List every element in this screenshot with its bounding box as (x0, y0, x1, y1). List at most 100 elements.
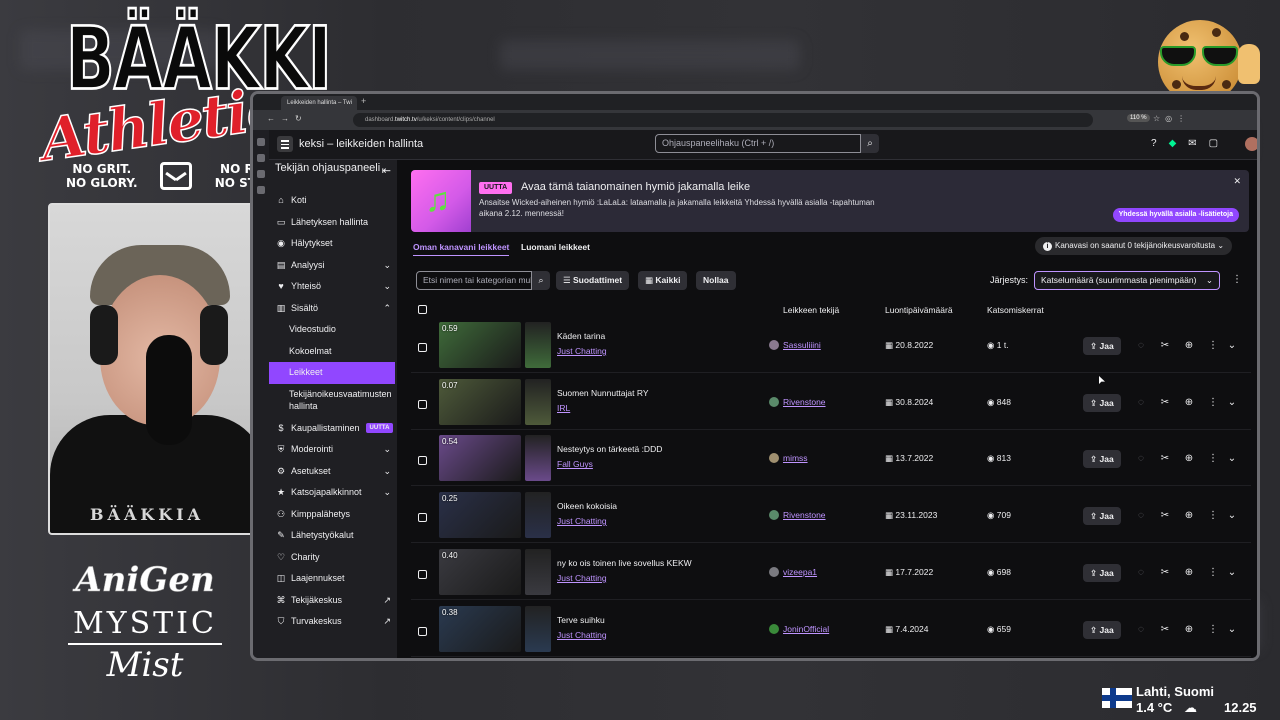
row-checkbox[interactable] (418, 456, 427, 466)
chevron-down-icon[interactable]: ⌄ (1224, 450, 1240, 468)
clip-creator-link[interactable]: Sassuliiini (783, 340, 821, 350)
chevron-down-icon[interactable]: ⌄ (1224, 337, 1240, 355)
row-checkbox[interactable] (418, 569, 427, 579)
clip-creator-link[interactable]: mimss (783, 453, 808, 463)
table-row[interactable]: 0.38 Terve suihku Just Chatting JoninOffici… (411, 602, 1251, 657)
sidebar-item[interactable]: ♥ Yhteisö ⌄ (269, 276, 397, 298)
share-button[interactable]: ⇪ Jaa (1083, 620, 1121, 639)
banner-learn-more-button[interactable]: Yhdessä hyvällä asialla -lisätietoja (1112, 208, 1239, 222)
more-options-icon[interactable]: ⋮ (1205, 337, 1221, 355)
row-checkbox[interactable] (418, 399, 427, 409)
download-icon[interactable]: ⊕ (1181, 507, 1197, 525)
share-button[interactable]: ⇪ Jaa (1083, 337, 1121, 355)
clip-creator-link[interactable]: Rivenstone (783, 510, 826, 520)
clip-category-link[interactable]: Just Chatting (557, 573, 607, 583)
download-icon[interactable]: ⊕ (1181, 564, 1197, 582)
extension-icons[interactable]: ☆◎⋮ (1153, 114, 1190, 123)
download-icon[interactable]: ⊕ (1181, 394, 1197, 412)
share-button[interactable]: ⇪ Jaa (1083, 450, 1121, 469)
sidebar-item[interactable]: ★ Katsojapalkkinnot ⌄ (269, 482, 397, 504)
row-checkbox[interactable] (418, 343, 427, 352)
loading-icon[interactable]: ◌ (1133, 564, 1149, 582)
header-date[interactable]: Luontipäivämäärä (885, 305, 953, 315)
sidebar-item[interactable]: ▭ Lähetyksen hallinta (269, 212, 397, 234)
sidebar-item[interactable]: ▤ Analyysi ⌄ (269, 255, 397, 277)
more-options-icon[interactable]: ⋮ (1232, 274, 1242, 285)
more-options-icon[interactable]: ⋮ (1205, 564, 1221, 582)
sidebar-item[interactable]: Videostudio (269, 319, 397, 341)
scissors-icon[interactable]: ✂ (1157, 621, 1173, 639)
chevron-down-icon[interactable]: ⌄ (1224, 621, 1240, 639)
search-icon[interactable]: ⌕ (532, 271, 550, 290)
more-options-icon[interactable]: ⋮ (1205, 394, 1221, 412)
browser-nav-icons[interactable]: ←→↻ (267, 114, 308, 123)
download-icon[interactable]: ⊕ (1181, 450, 1197, 468)
more-options-icon[interactable]: ⋮ (1205, 507, 1221, 525)
more-options-icon[interactable]: ⋮ (1205, 621, 1221, 639)
clip-category-link[interactable]: Fall Guys (557, 459, 593, 469)
chevron-down-icon[interactable]: ⌄ (1224, 394, 1240, 412)
zoom-level[interactable]: 110 % (1127, 114, 1150, 122)
sidebar-item[interactable]: ▥ Sisältö ⌃ (269, 298, 397, 320)
share-button[interactable]: ⇪ Jaa (1083, 393, 1121, 412)
table-row[interactable]: 0.07 Suomen Nunnuttajat RY IRL Rivenstone ▦ … (411, 375, 1251, 430)
sidebar-item[interactable]: ⚙ Asetukset ⌄ (269, 461, 397, 483)
table-row[interactable]: 0.54 Nesteytys on tärkeetä :DDD Fall Guys m… (411, 431, 1251, 487)
menu-icon[interactable] (277, 136, 293, 152)
browser-tab[interactable]: Leikkeiden hallinta – Twi (281, 96, 357, 110)
sidebar-item[interactable]: Kokoelmat (269, 341, 397, 363)
sidebar-item[interactable]: ◫ Laajennukset (269, 568, 397, 590)
clip-thumbnail[interactable]: 0.54 (439, 435, 521, 482)
clip-search-input[interactable]: Etsi nimen tai kategorian mukaan (416, 271, 532, 290)
table-row[interactable]: 0.59 Käden tarina Just Chatting Sassuliiini… (411, 318, 1251, 373)
scissors-icon[interactable]: ✂ (1157, 507, 1173, 525)
loading-icon[interactable]: ◌ (1133, 507, 1149, 525)
clip-thumbnail[interactable]: 0.40 (439, 548, 521, 595)
clip-thumbnail[interactable]: 0.59 (439, 322, 521, 368)
sidebar-item[interactable]: ⛉ Turvakeskus ↗ (269, 611, 397, 633)
loading-icon[interactable]: ◌ (1133, 621, 1149, 639)
sidebar-item[interactable]: ◉ Hälytykset (269, 233, 397, 255)
sidebar-item[interactable]: ⚇ Kimppalähetys (269, 504, 397, 526)
sidebar-item[interactable]: ✎ Lähetystyökalut (269, 525, 397, 547)
loading-icon[interactable]: ◌ (1133, 337, 1149, 355)
clip-thumbnail[interactable]: 0.38 (439, 605, 521, 652)
topbar-icons[interactable]: ?◆✉▢ (1151, 138, 1230, 149)
reset-button[interactable]: Nollaa (696, 271, 736, 290)
clip-creator-link[interactable]: JoninOfficial (783, 624, 829, 634)
clip-thumbnail[interactable]: 0.25 (439, 492, 521, 539)
new-tab-icon[interactable]: + (361, 96, 366, 106)
scissors-icon[interactable]: ✂ (1157, 450, 1173, 468)
close-icon[interactable]: ✕ (1233, 176, 1241, 187)
sidebar-item[interactable]: $ Kaupallistaminen UUTTA (269, 418, 397, 440)
sidebar-item[interactable]: ♡ Charity (269, 547, 397, 569)
chevron-down-icon[interactable]: ⌄ (1224, 507, 1240, 525)
all-filter-button[interactable]: ▦ Kaikki (638, 271, 688, 290)
chevron-down-icon[interactable]: ⌄ (1224, 564, 1240, 582)
sidebar-item[interactable]: Tekijänoikeusvaatimusten hallinta (269, 384, 397, 418)
clip-category-link[interactable]: Just Chatting (557, 630, 607, 640)
sidebar-item[interactable]: ⌂ Koti (269, 190, 397, 212)
sort-select[interactable]: Katselumäärä (suurimmasta pienimpään) ⌄ (1034, 271, 1220, 290)
sidebar-item[interactable]: ⌘ Tekijäkeskus ↗ (269, 590, 397, 612)
share-button[interactable]: ⇪ Jaa (1083, 507, 1121, 526)
share-button[interactable]: ⇪ Jaa (1083, 563, 1121, 582)
header-views[interactable]: Katsomiskerrat (987, 305, 1044, 315)
more-options-icon[interactable]: ⋮ (1205, 450, 1221, 468)
loading-icon[interactable]: ◌ (1133, 450, 1149, 468)
select-all-checkbox[interactable] (418, 305, 427, 314)
avatar[interactable] (1245, 137, 1257, 151)
download-icon[interactable]: ⊕ (1181, 621, 1197, 639)
clip-category-link[interactable]: Just Chatting (557, 346, 607, 356)
tab-channel-clips[interactable]: Oman kanavani leikkeet (413, 242, 510, 256)
filters-button[interactable]: ☰ Suodattimet (556, 271, 630, 290)
download-icon[interactable]: ⊕ (1181, 337, 1197, 355)
table-row[interactable]: 0.40 ny ko ois toinen live sovellus KEKW J… (411, 545, 1251, 600)
clip-category-link[interactable]: Just Chatting (557, 516, 607, 526)
scissors-icon[interactable]: ✂ (1157, 337, 1173, 355)
clip-category-link[interactable]: IRL (557, 403, 570, 413)
table-row[interactable]: 0.25 Oikeen kokoisia Just Chatting Rivensto… (411, 488, 1251, 544)
clip-creator-link[interactable]: vizeepa1 (783, 567, 817, 577)
tab-my-clips[interactable]: Luomani leikkeet (521, 242, 590, 252)
row-checkbox[interactable] (418, 626, 427, 636)
